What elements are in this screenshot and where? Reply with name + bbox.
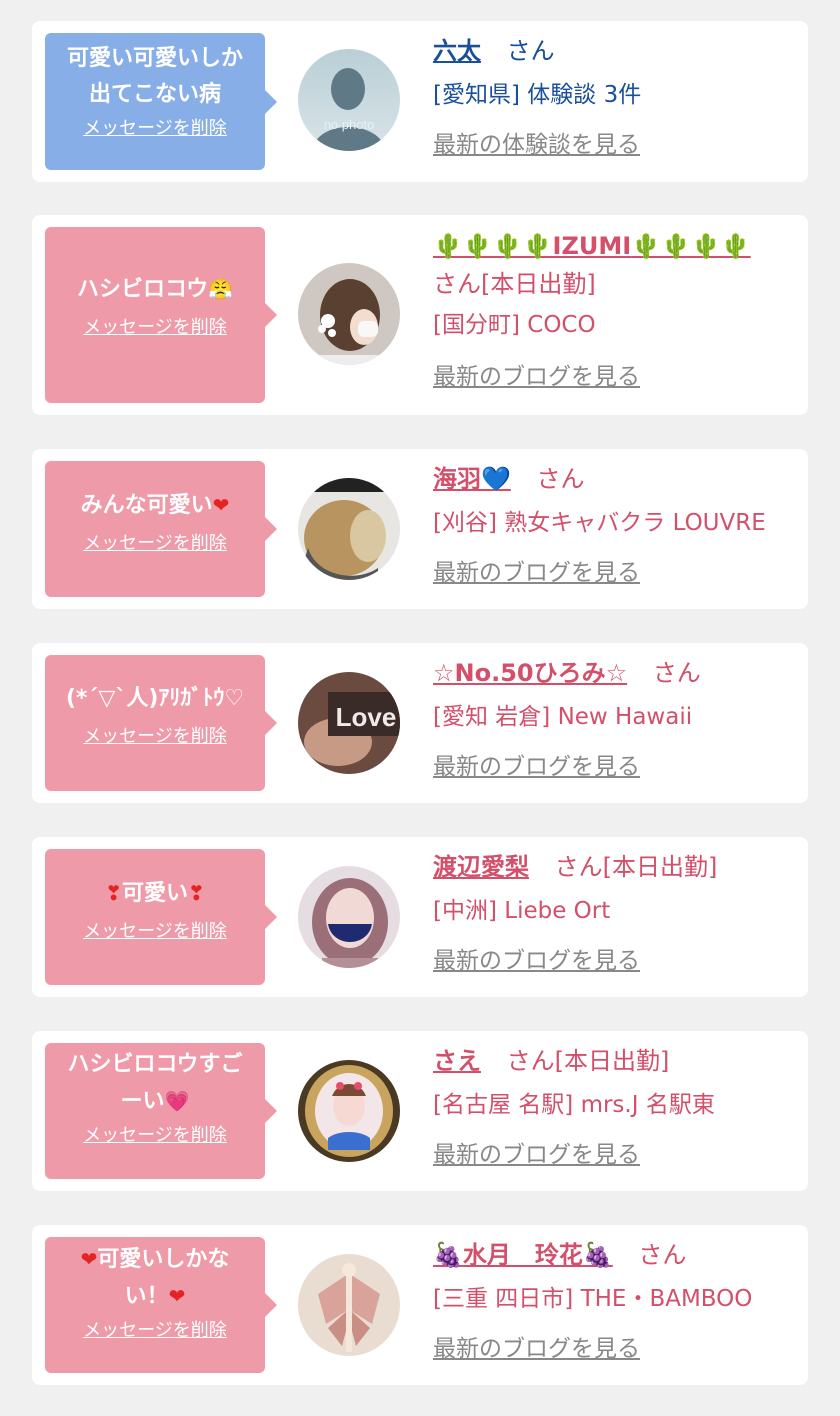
view-latest-link[interactable]: 最新のブログを見る [433, 941, 803, 981]
message-text: 可愛い可愛いしか 出てこない病 [66, 46, 243, 107]
view-latest-link[interactable]: 最新のブログを見る [433, 357, 803, 397]
profile-photo [298, 866, 400, 968]
user-name-link[interactable]: 海羽💙 [433, 465, 511, 493]
sparkling-heart-icon: 💗 [164, 1089, 190, 1113]
avatar[interactable] [298, 1060, 400, 1162]
user-name-link[interactable]: さえ [433, 1047, 481, 1075]
honorific: さん [536, 465, 585, 493]
delete-message-link[interactable]: メッセージを削除 [53, 1319, 257, 1343]
honorific: さん[本日出勤] [506, 1047, 670, 1075]
list-item: ❤可愛いしかな い！❤ メッセージを削除 🍇水月 玲花🍇 さん [三重 四日市]… [32, 1225, 808, 1385]
user-detail: [愛知県] 体験談 3件 [433, 82, 642, 108]
message-bubble: みんな可愛い❤ メッセージを削除 [45, 461, 277, 597]
svg-text:no photo: no photo [324, 117, 375, 132]
cactus-icon: 🌵🌵🌵🌵 [433, 232, 553, 260]
red-heart-icon: ❤ [212, 493, 230, 517]
delete-message-link[interactable]: メッセージを削除 [53, 117, 257, 141]
profile-photo: Love [298, 672, 400, 774]
profile-photo [298, 478, 400, 580]
heart-exclamation-icon: ❣ [188, 881, 205, 905]
user-info: 🍇水月 玲花🍇 さん [三重 四日市] THE・BAMBOO 最新のブログを見る [433, 1235, 803, 1369]
message-text: ❤可愛いしかな い！❤ [80, 1247, 230, 1309]
message-text: みんな可愛い❤ [80, 493, 230, 518]
message-text: ❣可愛い❣ [105, 881, 205, 906]
user-detail: [愛知 岩倉] New Hawaii [433, 704, 693, 730]
view-latest-link[interactable]: 最新のブログを見る [433, 1135, 803, 1175]
user-detail: [国分町] COCO [433, 312, 596, 338]
avatar[interactable] [298, 478, 400, 580]
delete-message-link[interactable]: メッセージを削除 [53, 316, 257, 340]
view-latest-link[interactable]: 最新のブログを見る [433, 553, 803, 593]
message-bubble: 可愛い可愛いしか 出てこない病 メッセージを削除 [45, 33, 277, 170]
delete-message-link[interactable]: メッセージを削除 [53, 532, 257, 556]
user-detail: [中洲] Liebe Ort [433, 898, 611, 924]
view-latest-link[interactable]: 最新のブログを見る [433, 1329, 803, 1369]
message-bubble: (*´▽`人)ｱﾘｶﾞﾄｳ♡ メッセージを削除 [45, 655, 277, 791]
grapes-icon: 🍇 [433, 1241, 463, 1269]
message-bubble: ❤可愛いしかな い！❤ メッセージを削除 [45, 1237, 277, 1373]
profile-photo [298, 1060, 400, 1162]
honorific: さん[本日出勤] [554, 853, 718, 881]
user-name-link[interactable]: 渡辺愛梨 [433, 853, 529, 881]
message-text: (*´▽`人)ｱﾘｶﾞﾄｳ♡ [65, 686, 245, 711]
honorific: さん [652, 659, 701, 687]
honorific: さん[本日出勤] [433, 270, 596, 298]
message-bubble: ハシビロコウ😤 メッセージを削除 [45, 227, 277, 403]
user-name-link[interactable]: ☆No.50ひろみ☆ [433, 659, 627, 687]
honorific: さん [506, 37, 555, 65]
user-info: 海羽💙 さん [刈谷] 熟女キャバクラ LOUVRE 最新のブログを見る [433, 459, 803, 593]
user-name-link[interactable]: 六太 [433, 37, 481, 65]
heart-exclamation-icon: ❣ [105, 881, 122, 905]
view-latest-link[interactable]: 最新の体験談を見る [433, 125, 803, 165]
user-detail: [三重 四日市] THE・BAMBOO [433, 1286, 753, 1312]
user-info: 六太 さん [愛知県] 体験談 3件 最新の体験談を見る [433, 31, 803, 165]
avatar[interactable] [298, 1254, 400, 1356]
user-detail: [刈谷] 熟女キャバクラ LOUVRE [433, 510, 766, 536]
message-bubble: ハシビロコウすご ーい💗 メッセージを削除 [45, 1043, 277, 1179]
message-text: ハシビロコウ😤 [76, 277, 234, 302]
user-name-link[interactable]: 🌵🌵🌵🌵IZUMI🌵🌵🌵🌵 [433, 232, 751, 260]
avatar[interactable] [298, 263, 400, 365]
delete-message-link[interactable]: メッセージを削除 [53, 725, 257, 749]
no-photo-icon: no photo [298, 49, 400, 151]
list-item: 可愛い可愛いしか 出てこない病 メッセージを削除 no photo 六太 さん … [32, 21, 808, 182]
user-detail: [名古屋 名駅] mrs.J 名駅東 [433, 1092, 715, 1118]
list-item: ハシビロコウ😤 メッセージを削除 🌵🌵🌵🌵IZUMI🌵🌵🌵🌵 さん[本日出勤] … [32, 215, 808, 415]
honorific: さん [638, 1241, 687, 1269]
list-item: ❣可愛い❣ メッセージを削除 渡辺愛梨 さん[本日出勤] [中洲] Liebe … [32, 837, 808, 997]
blue-heart-icon: 💙 [481, 465, 511, 493]
avatar[interactable]: Love [298, 672, 400, 774]
grapes-icon: 🍇 [582, 1241, 613, 1269]
user-info: さえ さん[本日出勤] [名古屋 名駅] mrs.J 名駅東 最新のブログを見る [433, 1041, 803, 1175]
view-latest-link[interactable]: 最新のブログを見る [433, 747, 803, 787]
profile-photo [298, 1254, 400, 1356]
angry-face-icon: 😤 [208, 277, 234, 301]
list-item: ハシビロコウすご ーい💗 メッセージを削除 さえ さん[本日出勤] [名古屋 名… [32, 1031, 808, 1191]
message-text: ハシビロコウすご ーい💗 [67, 1052, 243, 1114]
avatar[interactable] [298, 866, 400, 968]
list-item: (*´▽`人)ｱﾘｶﾞﾄｳ♡ メッセージを削除 Love ☆No.50ひろみ☆ … [32, 643, 808, 803]
avatar[interactable]: no photo [298, 49, 400, 151]
user-info: 🌵🌵🌵🌵IZUMI🌵🌵🌵🌵 さん[本日出勤] [国分町] COCO 最新のブログ… [433, 227, 803, 397]
message-bubble: ❣可愛い❣ メッセージを削除 [45, 849, 277, 985]
delete-message-link[interactable]: メッセージを削除 [53, 1124, 257, 1148]
profile-photo [298, 263, 400, 365]
red-heart-icon: ❤ [80, 1247, 98, 1271]
list-item: みんな可愛い❤ メッセージを削除 海羽💙 さん [刈谷] 熟女キャバクラ LOU… [32, 449, 808, 609]
user-name-link[interactable]: 🍇水月 玲花🍇 [433, 1241, 613, 1269]
user-info: 渡辺愛梨 さん[本日出勤] [中洲] Liebe Ort 最新のブログを見る [433, 847, 803, 981]
svg-text:Love: Love [336, 702, 397, 732]
delete-message-link[interactable]: メッセージを削除 [53, 920, 257, 944]
cactus-icon: 🌵🌵🌵🌵 [631, 232, 751, 260]
red-heart-icon: ❤ [168, 1284, 186, 1308]
user-info: ☆No.50ひろみ☆ さん [愛知 岩倉] New Hawaii 最新のブログを… [433, 653, 803, 787]
